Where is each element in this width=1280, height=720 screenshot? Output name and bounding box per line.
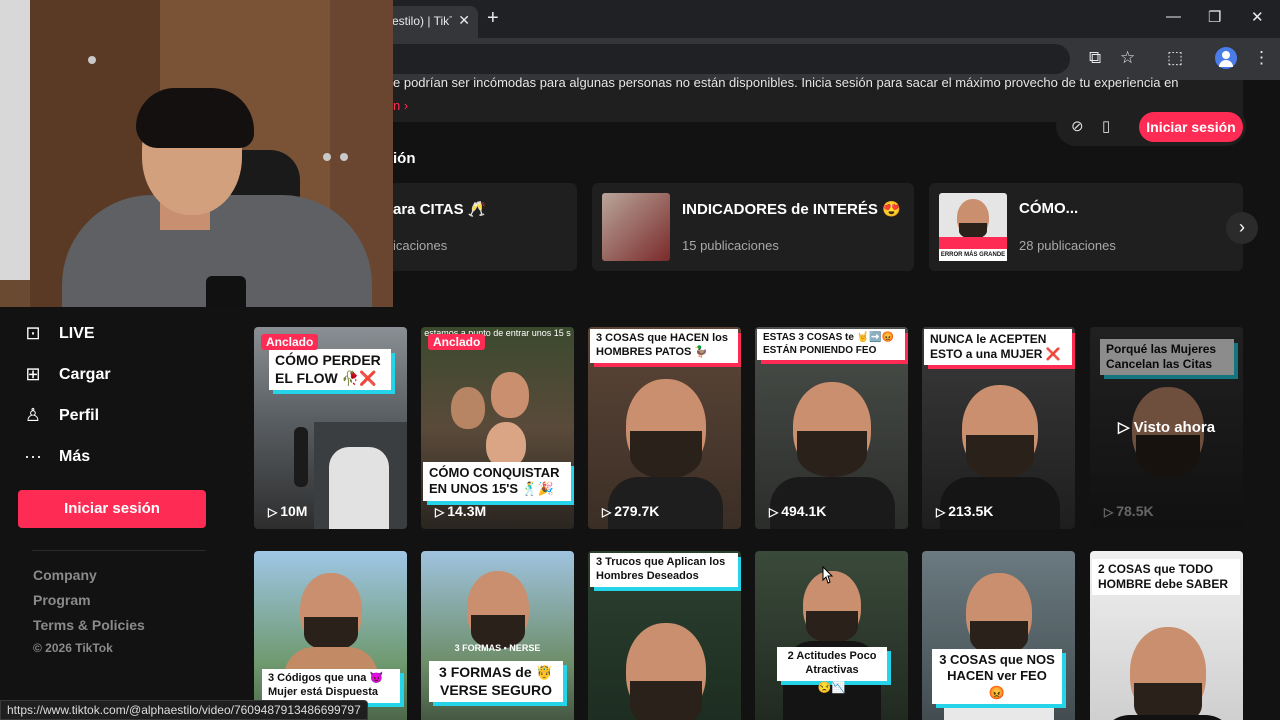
pinned-badge: Anclado bbox=[428, 334, 486, 350]
playlist-count: 28 publicaciones bbox=[1019, 238, 1116, 253]
more-icon: ··· bbox=[24, 446, 42, 466]
profile-icon: ♙ bbox=[24, 405, 42, 425]
watched-label: ▷ Visto ahora bbox=[1117, 419, 1216, 436]
sidebar-item-more[interactable]: ··· Más bbox=[22, 446, 222, 470]
video-caption: 3 Códigos que una 😈 Mujer está Dispuesta bbox=[262, 669, 400, 703]
sidebar-item-label: Perfil bbox=[59, 407, 100, 424]
sidebar-login-button[interactable]: Iniciar sesión bbox=[18, 490, 206, 528]
upload-icon: ⊞ bbox=[25, 364, 41, 384]
playlist-title: INDICADORES de INTERÉS 😍 bbox=[682, 201, 901, 218]
play-icon: ▷ bbox=[1104, 505, 1114, 519]
pinned-badge: Anclado bbox=[261, 334, 319, 350]
menu-icon[interactable]: ⋮ bbox=[1253, 48, 1270, 68]
playlist-card[interactable]: INDICADORES de INTERÉS 😍 15 publicacione… bbox=[592, 183, 914, 271]
video-card[interactable]: CÓMO PERDER EL FLOW 🥀❌ Anclado ▷ 10M bbox=[254, 327, 407, 529]
profile-icon[interactable] bbox=[1215, 47, 1237, 69]
view-count: ▷ 78.5K bbox=[1104, 503, 1154, 519]
play-icon: ▷ bbox=[602, 505, 612, 519]
thumbnail-label: ERROR MÁS GRANDE bbox=[939, 249, 1007, 261]
live-icon: ⊡ bbox=[25, 323, 41, 343]
footer-link-terms[interactable]: Terms & Policies bbox=[33, 617, 145, 633]
footer-link-company[interactable]: Company bbox=[33, 567, 97, 583]
playlist-next-button[interactable]: › bbox=[1226, 212, 1258, 244]
video-emoji: 😒📉 bbox=[817, 682, 846, 694]
star-icon[interactable]: ☆ bbox=[1120, 48, 1135, 68]
sidebar-item-label: Más bbox=[59, 448, 91, 465]
sidebar-divider bbox=[32, 550, 206, 551]
video-caption: CÓMO PERDER EL FLOW 🥀❌ bbox=[269, 349, 391, 390]
install-app-icon[interactable]: ⧉ bbox=[1089, 48, 1101, 68]
close-window-button[interactable]: ✕ bbox=[1251, 8, 1264, 26]
playlist-title: CÓMO... bbox=[1019, 200, 1079, 217]
new-tab-button[interactable]: + bbox=[487, 7, 499, 30]
play-icon: ▷ bbox=[268, 505, 278, 519]
video-caption: ESTAS 3 COSAS te 🤘➡️😡 ESTÁN PONIENDO FEO bbox=[757, 329, 905, 360]
video-top-text: 3 FORMAS • NERSE bbox=[454, 643, 541, 653]
video-caption: 3 Trucos que Aplican los Hombres Deseado… bbox=[590, 553, 738, 587]
notice-text: e podrían ser incómodas para algunas per… bbox=[393, 75, 1179, 90]
video-card[interactable]: NUNCA le ACEPTEN ESTO a una MUJER ❌ ▷ 213… bbox=[922, 327, 1075, 529]
video-card[interactable]: 3 FORMAS • NERSE 3 FORMAS de 🤴 VERSE SEG… bbox=[421, 551, 574, 720]
sidebar-item-label: LIVE bbox=[59, 325, 95, 342]
video-caption: 2 Actitudes Poco Atractivas bbox=[777, 647, 887, 681]
minimize-button[interactable]: — bbox=[1166, 8, 1181, 25]
video-caption: 3 COSAS que NOS HACEN ver FEO 😡 bbox=[932, 649, 1062, 704]
playlist-thumbnail bbox=[602, 193, 670, 261]
tab-close-icon[interactable]: ✕ bbox=[458, 12, 470, 29]
video-card[interactable]: ESTAS 3 COSAS te 🤘➡️😡 ESTÁN PONIENDO FEO… bbox=[755, 327, 908, 529]
playlist-count: icaciones bbox=[393, 238, 448, 253]
video-card[interactable]: 3 COSAS que HACEN los HOMBRES PATOS 🦆 ▷ 2… bbox=[588, 327, 741, 529]
extensions-icon[interactable]: ⬚ bbox=[1167, 48, 1183, 68]
view-count: ▷ 279.7K bbox=[602, 503, 660, 519]
sidebar-item-upload[interactable]: ⊞ Cargar bbox=[22, 364, 222, 388]
video-caption: 2 COSAS que TODO HOMBRE debe SABER bbox=[1092, 559, 1240, 595]
video-card[interactable]: 2 COSAS que TODO HOMBRE debe SABER bbox=[1090, 551, 1243, 720]
video-card[interactable]: 3 Trucos que Aplican los Hombres Deseado… bbox=[588, 551, 741, 720]
status-url: https://www.tiktok.com/@alphaestilo/vide… bbox=[0, 700, 368, 720]
video-caption: CÓMO CONQUISTAR EN UNOS 15'S 🕺🎉 bbox=[423, 462, 571, 501]
playlists-heading: ión bbox=[393, 150, 416, 167]
notice-link[interactable]: n › bbox=[393, 98, 408, 113]
playlist-title: ara CITAS 🥂 bbox=[393, 201, 487, 218]
video-card[interactable]: Porqué las Mujeres Cancelan las Citas ▷ … bbox=[1090, 327, 1243, 529]
footer-link-program[interactable]: Program bbox=[33, 592, 91, 608]
webcam-overlay bbox=[0, 0, 393, 307]
video-card[interactable]: estamos a punto de entrar unos 15 s CÓMO… bbox=[421, 327, 574, 529]
play-icon: ▷ bbox=[435, 505, 445, 519]
sidebar-item-profile[interactable]: ♙ Perfil bbox=[22, 405, 222, 429]
play-icon: ▷ bbox=[936, 505, 946, 519]
view-count: ▷ 494.1K bbox=[769, 503, 827, 519]
screen: estilo) | TikT ✕ + — ❐ ✕ ⧉ ☆ ⬚ ⋮ e podrí… bbox=[0, 0, 1280, 720]
sidebar-item-label: Cargar bbox=[59, 366, 111, 383]
compass-icon[interactable]: ⊘ bbox=[1071, 117, 1084, 135]
playlist-count: 15 publicaciones bbox=[682, 238, 779, 253]
view-count: ▷ 213.5K bbox=[936, 503, 994, 519]
view-count: ▷ 10M bbox=[268, 503, 308, 519]
playlist-thumbnail: ERROR MÁS GRANDE bbox=[939, 193, 1007, 261]
copyright: © 2026 TikTok bbox=[33, 641, 113, 655]
address-bar[interactable] bbox=[370, 44, 1070, 74]
playlist-card[interactable]: ERROR MÁS GRANDE CÓMO... 28 publicacione… bbox=[929, 183, 1243, 271]
maximize-button[interactable]: ❐ bbox=[1208, 8, 1221, 26]
video-caption: 3 COSAS que HACEN los HOMBRES PATOS 🦆 bbox=[590, 329, 738, 363]
mouse-cursor-icon bbox=[822, 566, 834, 584]
view-count: ▷ 14.3M bbox=[435, 503, 487, 519]
login-button[interactable]: Iniciar sesión bbox=[1139, 112, 1243, 142]
sidebar-item-live[interactable]: ⊡ LIVE bbox=[22, 323, 222, 347]
tab-title: estilo) | TikT bbox=[392, 14, 452, 28]
video-card[interactable]: 3 Códigos que una 😈 Mujer está Dispuesta bbox=[254, 551, 407, 720]
mobile-icon[interactable]: ▯ bbox=[1102, 117, 1110, 135]
video-card[interactable]: 3 COSAS que NOS HACEN ver FEO 😡 bbox=[922, 551, 1075, 720]
video-caption: 3 FORMAS de 🤴 VERSE SEGURO bbox=[429, 661, 563, 702]
play-icon: ▷ bbox=[769, 505, 779, 519]
video-caption: NUNCA le ACEPTEN ESTO a una MUJER ❌ bbox=[924, 329, 1072, 365]
